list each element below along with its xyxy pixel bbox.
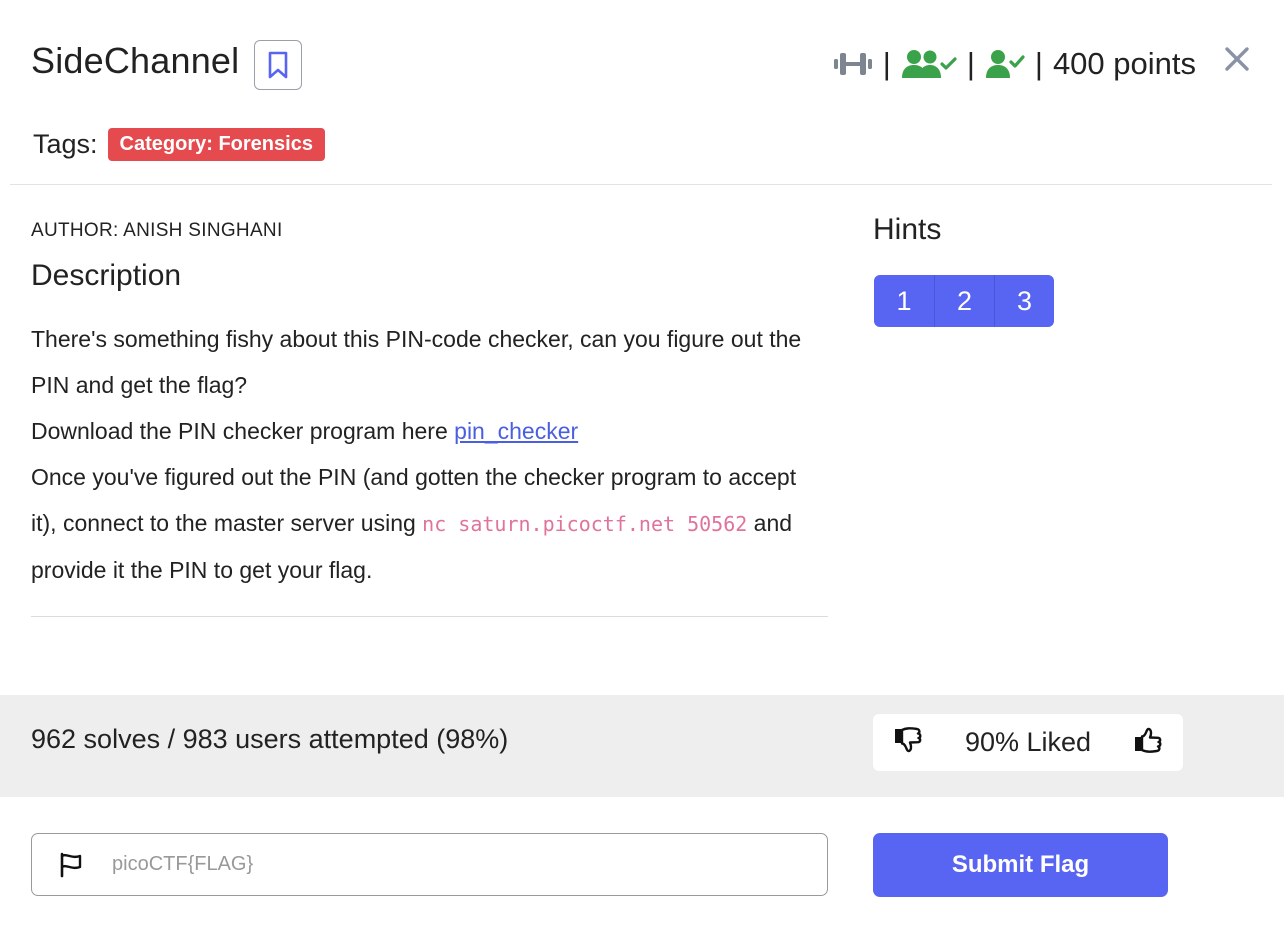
description-body: There's something fishy about this PIN-c… [31, 316, 821, 593]
category-tag[interactable]: Category: Forensics [107, 128, 325, 161]
hints-heading: Hints [873, 213, 942, 246]
bookmark-icon [268, 51, 288, 79]
challenge-title: SideChannel [31, 40, 240, 81]
solves-count: 962 solves / 983 users attempted (98%) [31, 724, 509, 754]
hint-button-2[interactable]: 2 [934, 275, 994, 327]
thumbs-down-icon [895, 727, 922, 753]
description-line: There's something fishy about this PIN-c… [31, 326, 802, 398]
thumbs-up-button[interactable] [1133, 726, 1163, 759]
flag-input-wrapper [31, 833, 828, 896]
submit-flag-button[interactable]: Submit Flag [873, 833, 1168, 897]
author-label: AUTHOR: ANISH SINGHANI [31, 220, 283, 241]
bookmark-button[interactable] [254, 40, 302, 90]
rating-box: 90% Liked [873, 714, 1183, 771]
flag-input[interactable] [110, 852, 827, 877]
thumbs-up-icon [1135, 727, 1162, 753]
pin-checker-link[interactable]: pin_checker [454, 418, 578, 444]
description-line: Download the PIN checker program here pi… [31, 408, 821, 454]
liked-percentage: 90% Liked [964, 727, 1092, 757]
users-check-icon [901, 48, 957, 80]
stats-separator: | [966, 46, 975, 81]
flag-icon [32, 852, 110, 878]
close-icon [1225, 47, 1249, 71]
description-divider [31, 616, 828, 617]
challenge-stats: | | | 400 points [833, 44, 1196, 84]
description-heading: Description [31, 259, 182, 292]
description-line: Once you've figured out the PIN (and got… [31, 454, 821, 593]
stats-separator: | [882, 46, 891, 81]
thumbs-down-button[interactable] [893, 726, 923, 759]
download-text: Download the PIN checker program here [31, 418, 455, 444]
hints-button-group: 1 2 3 [874, 275, 1054, 327]
points-value: 400 points [1052, 46, 1196, 81]
server-command: nc saturn.picoctf.net 50562 [422, 512, 748, 536]
hint-button-1[interactable]: 1 [874, 275, 934, 327]
hint-button-3[interactable]: 3 [994, 275, 1054, 327]
tags-label: Tags: [33, 129, 98, 159]
close-button[interactable] [1222, 44, 1252, 74]
header-divider [10, 184, 1272, 185]
user-check-icon [985, 48, 1025, 80]
difficulty-dumbbell-icon [833, 50, 873, 78]
tags-row: Tags: Category: Forensics [33, 128, 325, 161]
stats-separator: | [1034, 46, 1043, 81]
